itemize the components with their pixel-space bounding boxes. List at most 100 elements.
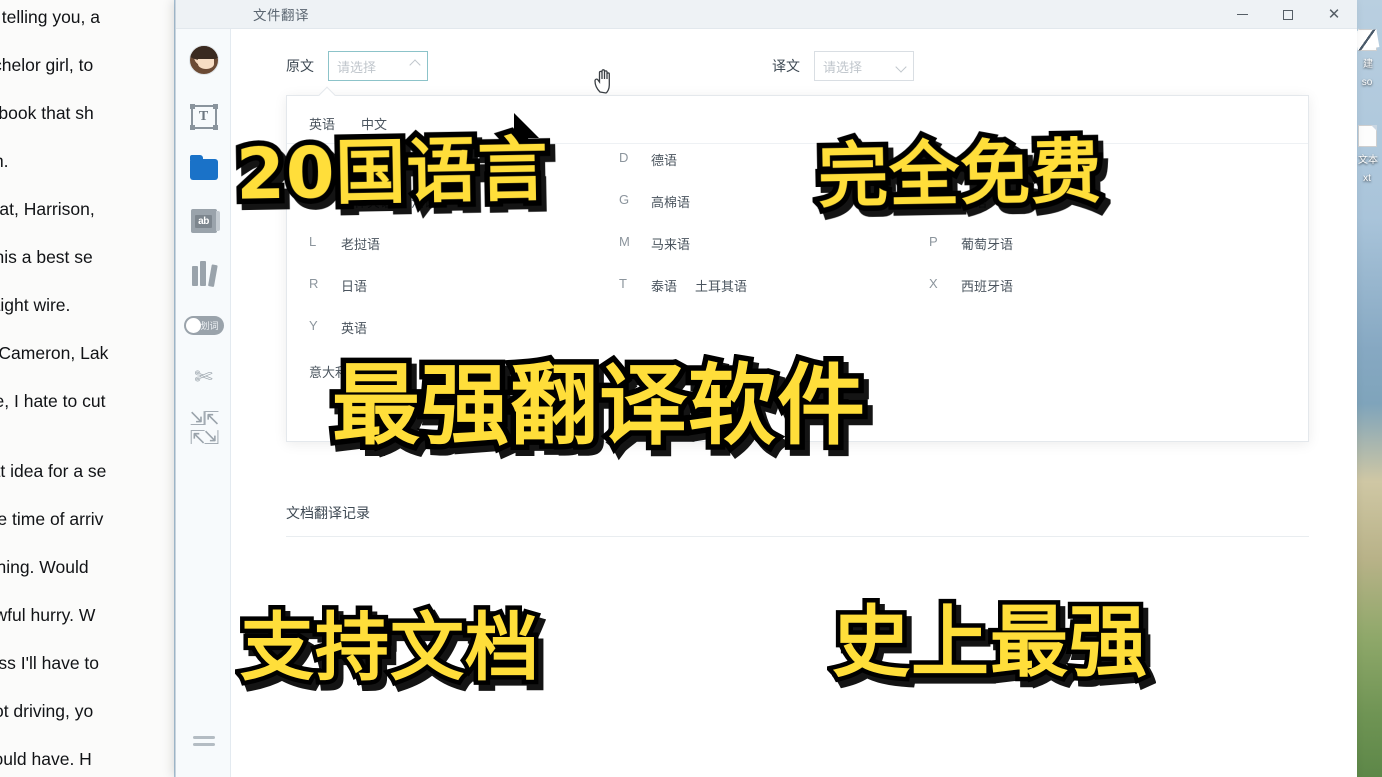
document-paragraph: ok at that, Harrison, (0, 198, 174, 220)
maximize-icon (1283, 9, 1293, 20)
records-section-title: 文档翻译记录 (286, 505, 370, 521)
document-line: in an awful hurry. W (0, 605, 96, 625)
dropdown-row: R 日语 T 泰语 土耳其语 X 西班牙语 (309, 276, 1286, 318)
overlay-20-languages: 20国语言 (230, 123, 555, 221)
scissors-icon: ✄ (194, 364, 213, 389)
records-divider (286, 536, 1309, 537)
dropdown-language-option[interactable]: 土耳其语 (695, 276, 747, 295)
document-line: ok at that, Harrison, (0, 199, 95, 219)
background-document: y it. I'm telling you, a 's a bachelor gi… (0, 0, 175, 777)
sidebar-item-screenshot-clip[interactable]: ✄ (176, 351, 231, 403)
document-line: .. I'm not driving, yo (0, 701, 94, 721)
sidebar-item-word-select-toggle[interactable]: 划词 (176, 299, 231, 351)
document-line: ase wire time of arriv (0, 509, 104, 529)
document-line: y it. I'm telling you, a (0, 7, 100, 27)
chevron-down-icon (409, 58, 421, 71)
dictionary-icon: ab (190, 209, 220, 233)
close-icon: ✕ (1327, 6, 1341, 23)
dropdown-language-list: 西班牙语 (961, 276, 1013, 295)
sidebar-item-text-capture[interactable]: T (176, 91, 231, 143)
window-title: 文件翻译 (253, 8, 309, 23)
dropdown-language-option[interactable]: 日语 (341, 276, 367, 295)
minimize-button[interactable] (1219, 0, 1265, 29)
user-avatar-icon (188, 45, 219, 75)
source-language-select[interactable]: 请选择 (328, 51, 428, 81)
overlay-strongest-translator: 最强翻译软件 (326, 349, 870, 463)
target-language-group: 译文 请选择 (772, 51, 914, 81)
sidebar-item-library[interactable] (176, 247, 231, 299)
dropdown-letter-group: R 日语 (309, 276, 619, 295)
overlay-completely-free: 完全免费 (812, 125, 1108, 223)
sidebar-item-open-file[interactable] (176, 143, 231, 195)
dropdown-letter-group: P 葡萄牙语 (929, 234, 1239, 253)
document-paragraph: s June Cameron, Lak (0, 342, 174, 364)
document-paragraph: ve great idea for a se (0, 460, 174, 482)
document-line: once. (0, 412, 174, 434)
dropdown-language-option[interactable]: 高棉语 (651, 192, 690, 211)
sidebar-item-collapse[interactable]: ⇲⇱ ⇱⇲ (176, 403, 231, 455)
dropdown-language-list: 德语 (651, 150, 677, 169)
document-line: , ma'am. (0, 151, 9, 171)
text-file-icon (1354, 124, 1380, 148)
document-line: his the book that sh (0, 103, 94, 123)
document-line: 's a bachelor girl, to (0, 55, 94, 75)
document-paragraph: ar, June, I hate to cutonce. (0, 390, 174, 434)
dropdown-language-option[interactable]: 马来语 (651, 234, 690, 253)
dropdown-letter: Y (309, 318, 318, 333)
document-paragraph: make this a best se (0, 246, 174, 268)
dropdown-letter: P (929, 234, 938, 249)
document-paragraph: his the book that sh (0, 102, 174, 124)
background-document-text: y it. I'm telling you, a 's a bachelor gi… (0, 6, 174, 777)
dropdown-language-option[interactable]: 泰语 (651, 276, 677, 295)
dropdown-language-list: 马来语 (651, 234, 690, 253)
dropdown-letter-group: T 泰语 土耳其语 (619, 276, 929, 295)
window-titlebar: 文件翻译 ✕ (176, 0, 1357, 29)
hamburger-menu-icon (192, 732, 215, 750)
dropdown-row: L 老挝语 M 马来语 P 葡萄牙语 (309, 234, 1286, 276)
toggle-label: 划词 (200, 320, 219, 331)
sidebar-item-menu[interactable] (176, 715, 231, 767)
dropdown-letter: R (309, 276, 319, 291)
maximize-button[interactable] (1265, 0, 1311, 29)
books-icon (191, 260, 218, 287)
document-line: s June Cameron, Lak (0, 343, 109, 363)
dropdown-language-option[interactable]: 老挝语 (341, 234, 380, 253)
dropdown-letter-group: X 西班牙语 (929, 276, 1239, 295)
dropdown-letter: L (309, 234, 317, 249)
target-language-label: 译文 (772, 58, 800, 74)
target-language-select[interactable]: 请选择 (814, 51, 914, 81)
desktop-icon-label: 建 so (1361, 59, 1373, 88)
document-paragraph: ase wire time of arriv (0, 508, 174, 530)
document-paragraph: e a straight wire. (0, 294, 174, 316)
dropdown-language-list: 葡萄牙语 (961, 234, 1013, 253)
chevron-up-icon (895, 61, 907, 73)
toggle-switch-icon: 划词 (183, 315, 224, 335)
document-paragraph: you should have. H (0, 748, 174, 770)
sidebar-item-dictionary[interactable]: ab (176, 195, 231, 247)
dropdown-language-option[interactable]: 西班牙语 (961, 276, 1013, 295)
document-paragraph: .. I'm not driving, yo (0, 700, 174, 722)
dropdown-letter: G (619, 192, 630, 207)
sidebar-toolbar: T ab 划词 ✄ ⇲⇱ ⇱⇲ (176, 29, 231, 777)
sidebar-item-avatar[interactable] (176, 29, 231, 91)
dropdown-language-list: 日语 (341, 276, 367, 295)
close-button[interactable]: ✕ (1311, 0, 1357, 29)
text-box-icon: T (189, 104, 218, 130)
target-language-value: 请选择 (823, 59, 863, 75)
dropdown-letter: M (619, 234, 630, 249)
language-selection-row: 原文 请选择 译文 请选择 (286, 51, 1086, 81)
document-paragraph: od morning. Would (0, 556, 174, 578)
document-paragraph: y it. I'm telling you, a (0, 6, 174, 28)
document-line: ar, June, I hate to cut (0, 391, 106, 411)
minimize-icon (1236, 14, 1248, 15)
document-line: you should have. H (0, 749, 92, 769)
window-controls: ✕ (1219, 0, 1357, 29)
document-line: make this a best se (0, 247, 93, 267)
dropdown-language-list: 高棉语 (651, 192, 690, 211)
document-line: ll, I guess I'll have to (0, 653, 100, 673)
dropdown-language-option[interactable]: 葡萄牙语 (961, 234, 1013, 253)
overlay-strongest-ever: 史上最强 (827, 594, 1151, 693)
document-paragraph: 's a bachelor girl, to (0, 54, 174, 76)
source-language-value: 请选择 (337, 59, 377, 75)
dropdown-language-option[interactable]: 德语 (651, 150, 677, 169)
